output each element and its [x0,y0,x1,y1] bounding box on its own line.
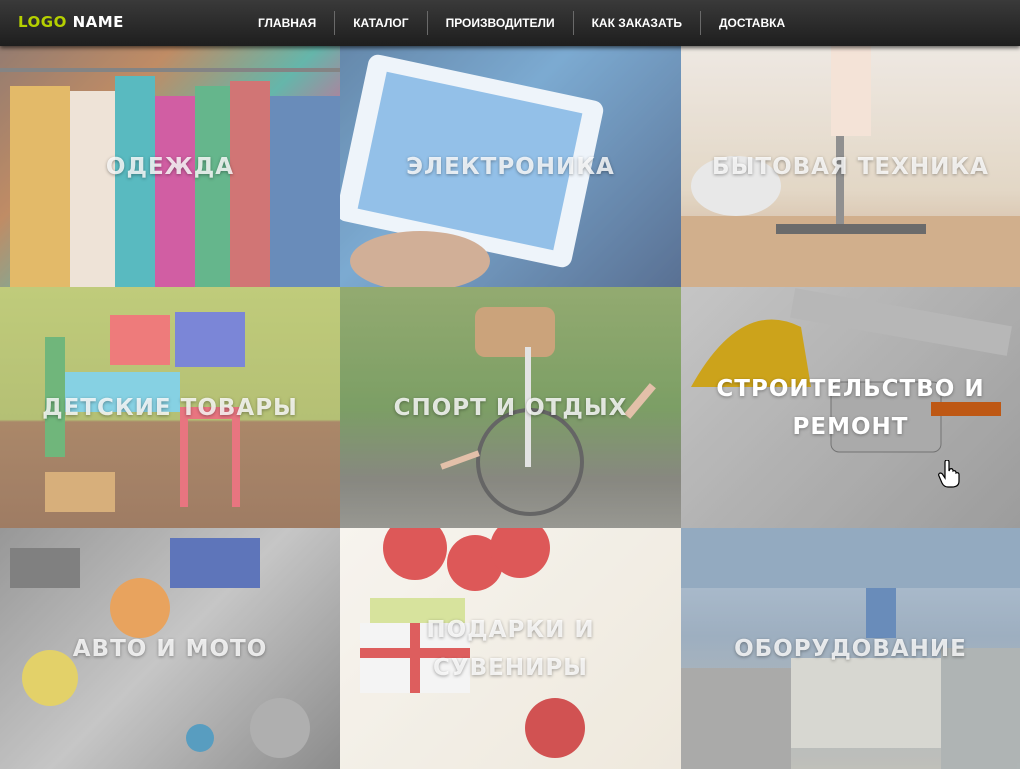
category-grid: ОДЕЖДА ЭЛЕКТРОНИКА БЫТОВАЯ ТЕХНИКА ДЕТСК… [0,46,1020,769]
category-label: ОБОРУДОВАНИЕ [734,630,967,668]
category-tile-sport[interactable]: СПОРТ И ОТДЫХ [340,287,681,528]
category-label: СПОРТ И ОТДЫХ [394,389,628,427]
label-line: СТРОИТЕЛЬСТВО И [716,375,985,402]
label-line: СПОРТ И ОТДЫХ [393,394,628,421]
logo[interactable]: LOGO NAME [18,13,124,31]
label-line: БЫТОВАЯ ТЕХНИКА [712,153,989,180]
nav-link-catalog[interactable]: КАТАЛОГ [335,10,426,36]
logo-text-main: NAME [72,13,124,31]
category-tile-electronics[interactable]: ЭЛЕКТРОНИКА [340,46,681,287]
hand-cursor-icon [938,459,960,493]
category-label: ПОДАРКИ И СУВЕНИРЫ [426,611,594,687]
main-menu: ГЛАВНАЯ КАТАЛОГ ПРОИЗВОДИТЕЛИ КАК ЗАКАЗА… [240,10,803,36]
category-tile-equipment[interactable]: ОБОРУДОВАНИЕ [681,528,1020,769]
category-tile-clothing[interactable]: ОДЕЖДА [0,46,340,287]
top-navigation-bar: LOGO NAME ГЛАВНАЯ КАТАЛОГ ПРОИЗВОДИТЕЛИ … [0,0,1020,46]
label-line: АВТО И МОТО [72,635,268,662]
category-label: ДЕТСКИЕ ТОВАРЫ [42,389,298,427]
label-line: РЕМОНТ [792,413,909,440]
label-line: ДЕТСКИЕ ТОВАРЫ [42,394,298,421]
category-tile-appliances[interactable]: БЫТОВАЯ ТЕХНИКА [681,46,1020,287]
label-line: ПОДАРКИ И [426,616,595,643]
nav-link-delivery[interactable]: ДОСТАВКА [701,10,803,36]
nav-link-how-to-order[interactable]: КАК ЗАКАЗАТЬ [574,10,700,36]
category-label: ОДЕЖДА [106,148,234,186]
label-line: ОДЕЖДА [105,153,235,180]
category-label: АВТО И МОТО [73,630,268,668]
nav-link-home[interactable]: ГЛАВНАЯ [240,10,334,36]
category-label: ЭЛЕКТРОНИКА [406,148,615,186]
nav-link-manufacturers[interactable]: ПРОИЗВОДИТЕЛИ [428,10,573,36]
category-tile-auto[interactable]: АВТО И МОТО [0,528,340,769]
category-label: БЫТОВАЯ ТЕХНИКА [712,148,989,186]
category-tile-gifts[interactable]: ПОДАРКИ И СУВЕНИРЫ [340,528,681,769]
logo-text-accent: LOGO [18,13,67,31]
label-line: СУВЕНИРЫ [432,654,589,681]
label-line: ОБОРУДОВАНИЕ [734,635,967,662]
label-line: ЭЛЕКТРОНИКА [406,153,615,180]
category-tile-kids[interactable]: ДЕТСКИЕ ТОВАРЫ [0,287,340,528]
category-label: СТРОИТЕЛЬСТВО И РЕМОНТ [716,370,984,446]
category-tile-construction[interactable]: СТРОИТЕЛЬСТВО И РЕМОНТ [681,287,1020,528]
